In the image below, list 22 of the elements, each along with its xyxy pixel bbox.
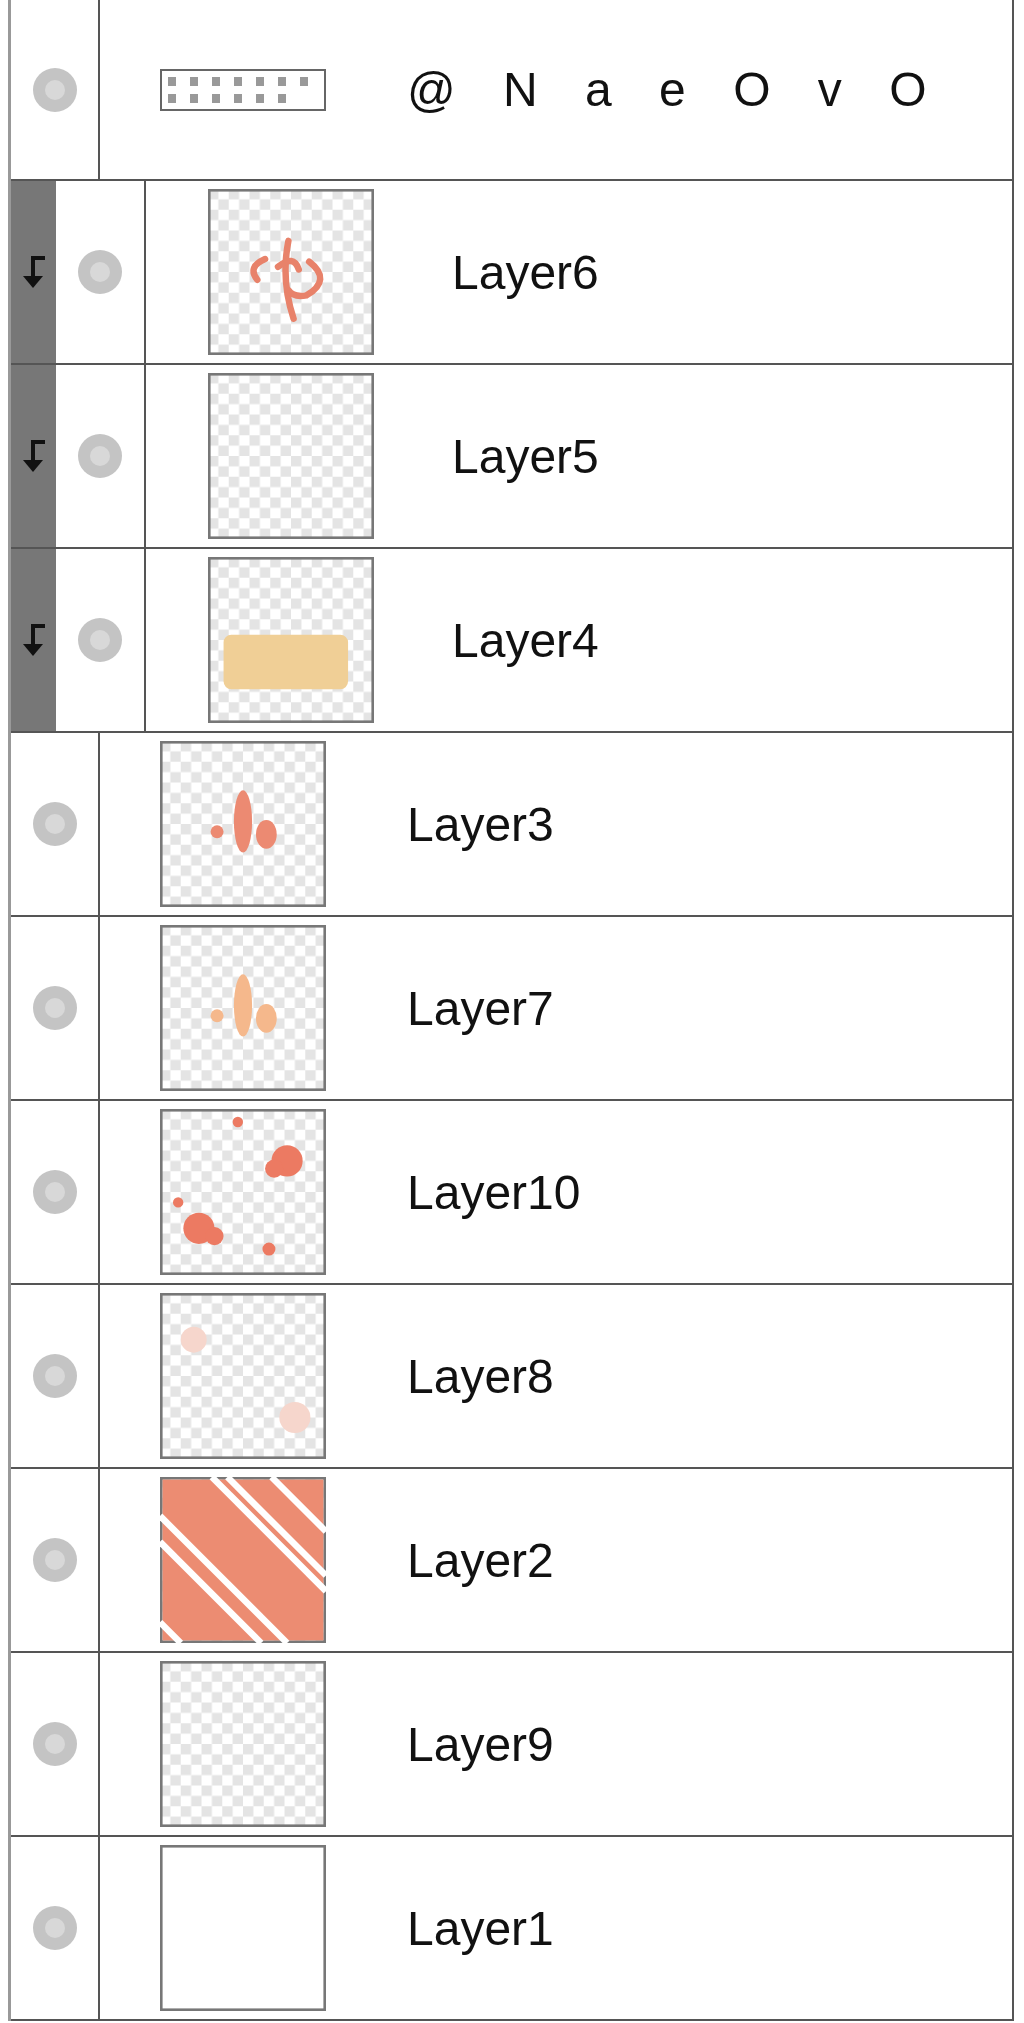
visibility-toggle-icon[interactable]: [77, 617, 123, 663]
layer-name: Layer7: [407, 980, 554, 1036]
layer-name: Layer4: [452, 612, 599, 668]
visibility-toggle-icon[interactable]: [31, 1169, 78, 1215]
visibility-toggle-icon[interactable]: [31, 985, 78, 1031]
layer-name: Layer9: [407, 1716, 554, 1772]
layer-name: Layer6: [452, 244, 599, 300]
visibility-toggle-icon[interactable]: [31, 1353, 78, 1399]
visibility-toggle-icon[interactable]: [31, 1905, 78, 1951]
layer-name: @ N a e O v O: [407, 62, 927, 117]
layer-name: Layer10: [407, 1164, 581, 1220]
layer-name: Layer3: [407, 796, 554, 852]
visibility-toggle-icon[interactable]: [31, 66, 78, 113]
visibility-toggle-icon[interactable]: [31, 1537, 78, 1583]
visibility-toggle-icon[interactable]: [31, 801, 78, 847]
layer-name: Layer2: [407, 1532, 554, 1588]
visibility-toggle-icon[interactable]: [77, 249, 123, 295]
layer-name: Layer8: [407, 1348, 554, 1404]
layer-name: Layer5: [452, 428, 599, 484]
visibility-toggle-icon[interactable]: [77, 433, 123, 479]
visibility-toggle-icon[interactable]: [31, 1721, 78, 1767]
layer-name: Layer1: [407, 1900, 554, 1956]
